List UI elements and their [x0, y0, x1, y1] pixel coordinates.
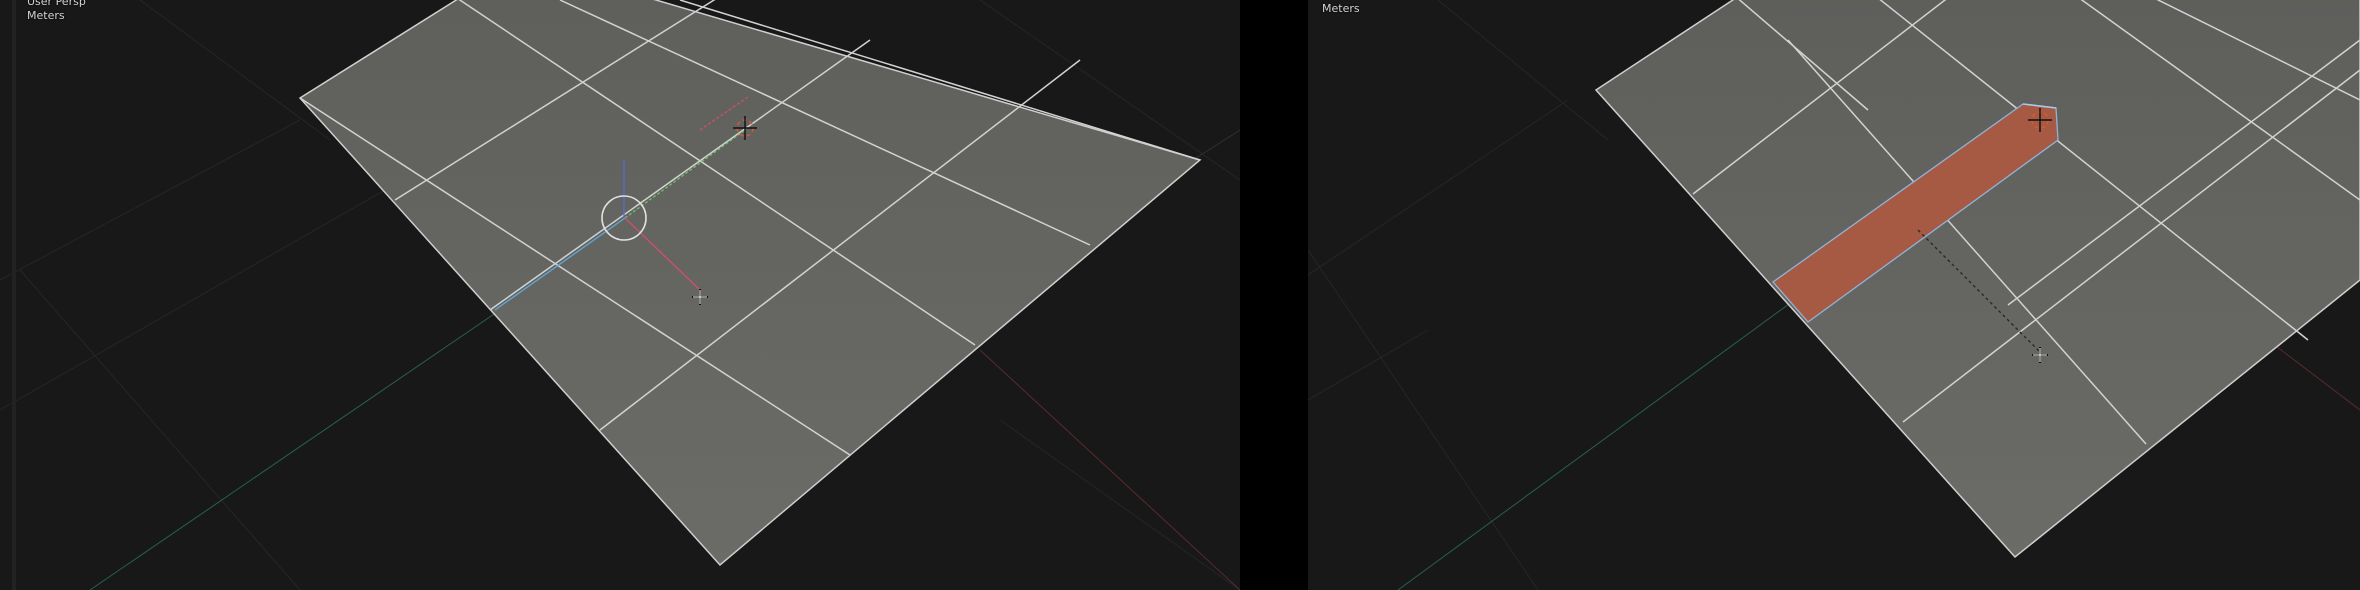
left-3d-viewport[interactable]: User Persp Meters — [0, 0, 1240, 590]
mesh-plane[interactable] — [1594, 0, 2360, 559]
viewport-divider — [1240, 0, 1308, 590]
x-axis-floor-line — [979, 349, 1240, 590]
right-3d-viewport[interactable]: Meters — [1308, 0, 2360, 590]
left-scene — [0, 0, 1240, 590]
y-axis-floor-line — [1397, 289, 1809, 590]
unit-label: Meters — [27, 9, 65, 22]
mesh-plane[interactable] — [298, 0, 1202, 567]
y-axis-floor-line — [89, 309, 501, 590]
x-axis-floor-line — [2267, 339, 2360, 411]
floor-grid — [1308, 0, 1609, 590]
view-name-label: User Persp — [27, 0, 86, 8]
right-scene — [1308, 0, 2360, 590]
unit-label: Meters — [1322, 2, 1360, 15]
